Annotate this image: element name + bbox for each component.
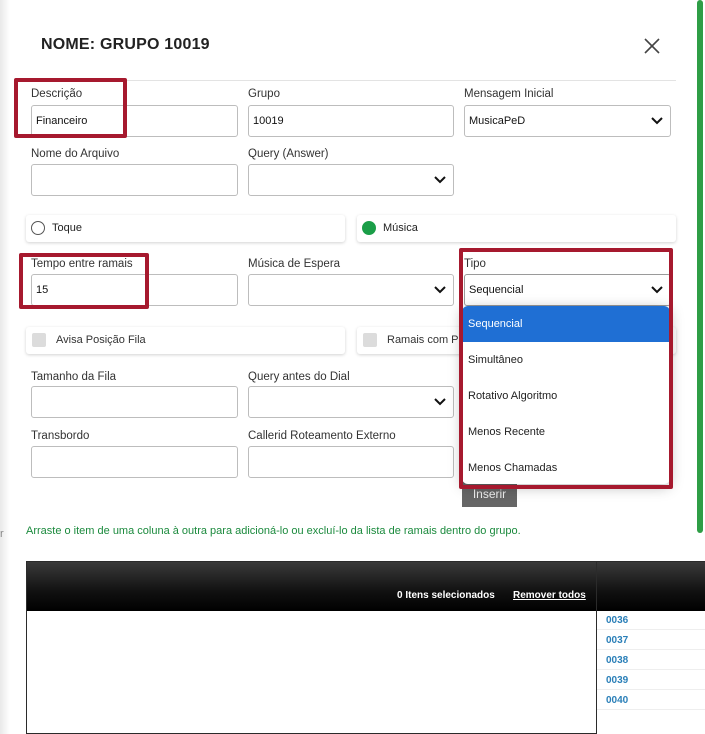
extension-item[interactable]: 0036	[606, 615, 628, 626]
toque-radio[interactable]: Toque	[26, 215, 345, 242]
checkbox-icon	[32, 333, 46, 347]
query-antes-dial-label: Query antes do Dial	[248, 371, 350, 383]
extension-item[interactable]: 0038	[606, 655, 628, 666]
chevron-down-icon	[434, 286, 446, 294]
item-divider	[597, 649, 705, 650]
tipo-option-sequencial[interactable]: Sequencial	[462, 306, 670, 342]
tempo-entre-ramais-label: Tempo entre ramais	[31, 258, 133, 270]
query-antes-dial-select[interactable]	[248, 386, 454, 418]
musica-espera-label: Música de Espera	[248, 258, 341, 270]
radio-checked-icon	[362, 221, 376, 235]
item-divider	[597, 629, 705, 630]
avisa-posicao-fila-label: Avisa Posição Fila	[56, 334, 146, 346]
available-extensions-panel[interactable]: 0036 0037 0038 0039 0040	[596, 561, 705, 734]
tipo-dropdown-menu: Sequencial Simultâneo Rotativo Algoritmo…	[462, 306, 670, 484]
tipo-select[interactable]: Sequencial	[464, 274, 671, 306]
query-answer-select[interactable]	[248, 164, 454, 196]
grupo-label: Grupo	[248, 88, 280, 100]
item-divider	[597, 669, 705, 670]
avisa-posicao-fila-checkbox[interactable]: Avisa Posição Fila	[26, 327, 345, 354]
mensagem-inicial-label: Mensagem Inicial	[464, 88, 554, 100]
ramais-com-label: Ramais com P	[387, 334, 459, 346]
tempo-entre-ramais-input[interactable]: 15	[31, 274, 238, 306]
callerid-input[interactable]	[248, 446, 454, 478]
close-button[interactable]	[641, 35, 663, 57]
tipo-label: Tipo	[464, 258, 486, 270]
radio-unchecked-icon	[31, 221, 45, 235]
descricao-input[interactable]: Financeiro	[31, 105, 238, 137]
chevron-down-icon	[651, 286, 663, 294]
close-icon	[644, 38, 660, 54]
mensagem-inicial-value: MusicaPeD	[469, 115, 526, 127]
extension-item[interactable]: 0039	[606, 675, 628, 686]
musica-espera-select[interactable]	[248, 274, 454, 306]
musica-radio[interactable]: Música	[357, 215, 676, 242]
tipo-option-rotativo-algoritmo[interactable]: Rotativo Algoritmo	[462, 378, 670, 414]
musica-label: Música	[383, 222, 418, 234]
nome-arquivo-label: Nome do Arquivo	[31, 148, 120, 160]
backdrop-edge	[0, 0, 10, 734]
item-divider	[597, 689, 705, 690]
grupo-input[interactable]: 10019	[248, 105, 454, 137]
query-answer-label: Query (Answer)	[248, 148, 329, 160]
tamanho-fila-label: Tamanho da Fila	[31, 371, 117, 383]
callerid-label: Callerid Roteamento Externo	[248, 430, 396, 442]
descricao-label: Descrição	[31, 88, 83, 100]
tipo-option-menos-recente[interactable]: Menos Recente	[462, 414, 670, 450]
checkbox-icon	[363, 333, 377, 347]
chevron-down-icon	[434, 176, 446, 184]
tipo-option-simultaneo[interactable]: Simultâneo	[462, 342, 670, 378]
selected-count: 0 Itens selecionados	[397, 590, 495, 601]
chevron-down-icon	[434, 398, 446, 406]
selected-extensions-panel[interactable]: 0 Itens selecionados Remover todos	[26, 561, 597, 734]
item-divider	[597, 709, 705, 710]
tipo-option-menos-chamadas[interactable]: Menos Chamadas	[462, 450, 670, 484]
chevron-down-icon	[651, 117, 663, 125]
drag-hint-text: Arraste o item de uma coluna à outra par…	[26, 525, 521, 537]
toque-label: Toque	[52, 222, 82, 234]
selected-panel-header: 0 Itens selecionados Remover todos	[27, 562, 596, 611]
extension-item[interactable]: 0037	[606, 635, 628, 646]
transbordo-label: Transbordo	[31, 430, 90, 442]
tamanho-fila-input[interactable]	[31, 386, 238, 418]
tipo-value: Sequencial	[469, 284, 524, 296]
mensagem-inicial-select[interactable]: MusicaPeD	[464, 105, 671, 137]
transbordo-input[interactable]	[31, 446, 238, 478]
nome-arquivo-input[interactable]	[31, 164, 238, 196]
page-scrollbar[interactable]	[697, 0, 703, 533]
remove-all-link[interactable]: Remover todos	[513, 590, 586, 601]
available-panel-header	[597, 562, 705, 611]
extension-item[interactable]: 0040	[606, 695, 628, 706]
backdrop-text: r	[0, 528, 4, 540]
header-divider	[18, 80, 676, 81]
inserir-button[interactable]: Inserir	[462, 481, 517, 507]
dialog-title: NOME: GRUPO 10019	[41, 36, 210, 53]
